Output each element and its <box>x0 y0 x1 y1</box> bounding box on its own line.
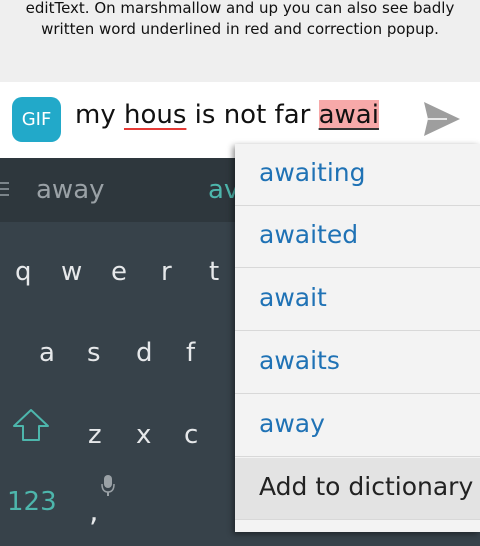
symbols-key[interactable]: 123 <box>7 487 57 517</box>
key-w[interactable]: w <box>61 257 82 287</box>
suggestion-label: awaits <box>259 346 340 375</box>
key-t[interactable]: t <box>209 257 219 287</box>
description-text: editText. On marshmallow and up you can … <box>0 0 480 82</box>
message-input[interactable]: my hous is not far awai <box>75 100 379 130</box>
key-a[interactable]: a <box>39 338 55 368</box>
key-s[interactable]: s <box>87 338 101 368</box>
word-is-not-far: is not far <box>194 100 311 130</box>
misspelled-word-hous[interactable]: hous <box>124 100 186 130</box>
suggestion-item[interactable]: await <box>235 269 480 331</box>
send-icon[interactable] <box>423 101 461 137</box>
key-d[interactable]: d <box>136 338 153 368</box>
description-line-1: editText. On marshmallow and up you can … <box>25 0 455 17</box>
key-c[interactable]: c <box>184 420 198 450</box>
key-r[interactable]: r <box>161 257 172 287</box>
add-to-dictionary-button[interactable]: Add to dictionary <box>235 458 480 520</box>
spell-check-popup: awaiting awaited await awaits away Add t… <box>235 144 480 532</box>
key-x[interactable]: x <box>136 420 151 450</box>
suggestion-item[interactable]: awaiting <box>235 144 480 206</box>
suggestion-item[interactable]: awaited <box>235 206 480 268</box>
gif-button[interactable]: GIF <box>12 97 61 142</box>
active-misspelled-word[interactable]: awai <box>318 100 379 130</box>
key-z[interactable]: z <box>88 420 102 450</box>
shift-icon[interactable] <box>12 408 50 442</box>
suggestion-label: away <box>259 409 325 438</box>
key-comma[interactable]: , <box>89 494 99 529</box>
suggestion-item[interactable]: away <box>235 395 480 457</box>
suggestion-label: awaiting <box>259 158 366 187</box>
key-q[interactable]: q <box>15 257 32 287</box>
suggestion-item[interactable]: awaits <box>235 332 480 394</box>
suggestion-label: await <box>259 283 327 312</box>
description-line-2: written word underlined in red and corre… <box>41 20 439 38</box>
add-to-dictionary-label: Add to dictionary <box>259 472 474 501</box>
microphone-icon[interactable] <box>101 475 115 497</box>
key-e[interactable]: e <box>111 257 127 287</box>
key-f[interactable]: f <box>186 338 195 368</box>
suggestion-label: awaited <box>259 220 359 249</box>
word-my: my <box>75 100 116 130</box>
suggestion-away[interactable]: away <box>36 175 105 205</box>
drag-handle-icon[interactable] <box>0 182 9 196</box>
